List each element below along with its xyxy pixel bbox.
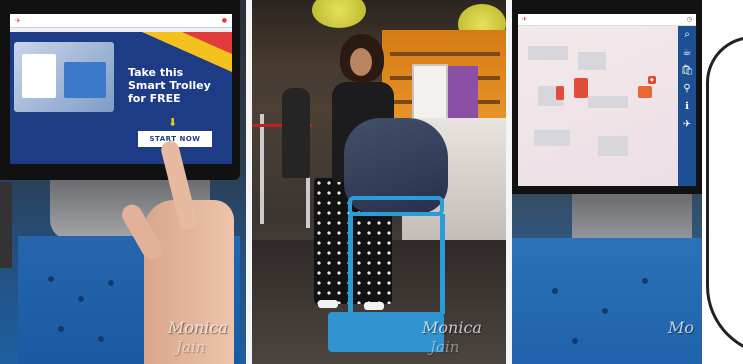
kiosk-side-menu: ⌕ ☕ 🛍 ⚲ ℹ ✈	[678, 26, 696, 186]
background-traveler	[282, 88, 310, 178]
info-icon[interactable]: ℹ	[678, 98, 696, 116]
photo-panel-kiosk-map: ✈ ◷ ◆ ⌕ ☕ 🛍 ⚲ ℹ ✈ Mo	[512, 0, 702, 364]
kiosk-stand	[572, 194, 692, 244]
kiosk-map-screen: ✈ ◷ ◆ ⌕ ☕ 🛍 ⚲ ℹ ✈	[518, 14, 696, 186]
watermark-line-1-clipped: Mo	[668, 318, 695, 337]
watermark-line-2: Jain	[176, 338, 206, 356]
outline-sketch	[706, 36, 743, 356]
search-icon[interactable]: ⌕	[678, 26, 696, 44]
red-stripe	[182, 32, 232, 54]
kiosk-monitor-frame: ✈ ◷ ◆ ⌕ ☕ 🛍 ⚲ ℹ ✈	[512, 0, 702, 194]
kiosk-top-bar: ✈ ●	[10, 14, 232, 28]
trolley-promo-image	[14, 42, 114, 112]
food-icon[interactable]: ☕	[678, 44, 696, 62]
terminal-map[interactable]: ◆	[518, 26, 678, 186]
kiosk-clock-icon: ◷	[686, 16, 692, 23]
woman-face	[350, 48, 372, 76]
map-marker-icon[interactable]	[574, 78, 588, 98]
promo-headline-line-1: Take this	[128, 66, 184, 79]
kiosk-clock-icon: ●	[221, 17, 227, 24]
drinks-fridge	[412, 64, 448, 126]
purple-display	[448, 66, 478, 126]
watermark-line-1: Monica	[168, 318, 228, 337]
promo-headline-line-3: for FREE	[128, 92, 181, 105]
shop-icon[interactable]: 🛍	[678, 62, 696, 80]
promo-headline: Take this Smart Trolley for FREE	[128, 66, 228, 105]
trolley-body	[512, 238, 702, 364]
arrow-down-icon: ⬇	[168, 116, 178, 129]
photo-panel-kiosk-start: ✈ ● Take this Smart Trolley for FREE ⬇ S…	[0, 0, 246, 364]
photo-panel-sketch	[702, 0, 743, 364]
kiosk-logo-icon: ✈	[522, 16, 528, 23]
map-marker-icon[interactable]	[638, 86, 652, 98]
watermark-line-1: Monica	[422, 318, 482, 337]
kiosk-top-bar: ✈ ◷	[518, 14, 696, 26]
photo-panel-traveler: Monica Jain	[252, 0, 506, 364]
map-marker-icon[interactable]	[556, 86, 564, 100]
queue-post	[260, 114, 264, 224]
watermark-line-2: Jain	[430, 338, 460, 356]
kiosk-side-shadow	[0, 182, 12, 268]
promo-headline-line-2: Smart Trolley	[128, 79, 211, 92]
kiosk-logo-icon: ✈	[15, 16, 21, 25]
flight-icon[interactable]: ✈	[678, 116, 696, 134]
map-callout-icon: ◆	[648, 76, 656, 84]
restroom-icon[interactable]: ⚲	[678, 80, 696, 98]
trolley-handle-frame	[348, 196, 444, 216]
